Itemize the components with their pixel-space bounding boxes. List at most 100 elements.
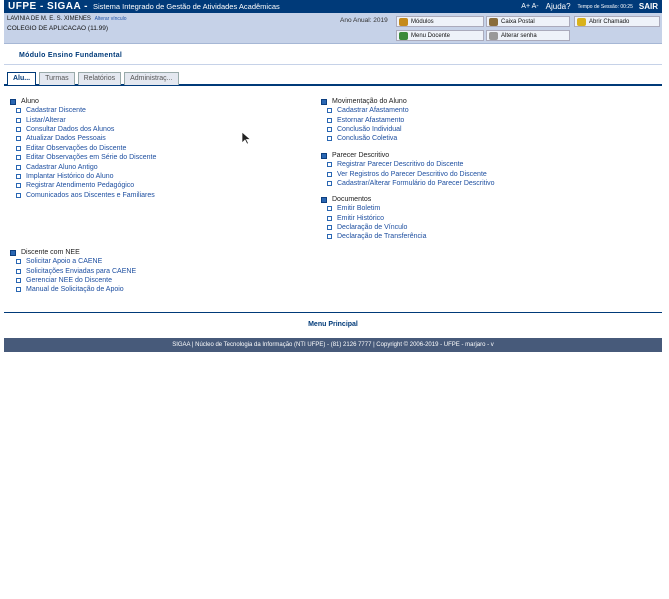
menu-item-label: Cadastrar Afastamento	[337, 107, 409, 115]
bullet-icon	[16, 126, 21, 132]
menu-item-label: Solicitar Apoio a CAENE	[26, 258, 103, 266]
menu-item[interactable]: Cadastrar/Alterar Formulário do Parecer …	[321, 179, 495, 188]
menu-item-label: Declaração de Vínculo	[337, 223, 408, 231]
bullet-icon	[327, 117, 332, 123]
section-aluno: Aluno Cadastrar Discente Listar/Alterar …	[10, 97, 156, 200]
menu-item[interactable]: Estornar Afastamento	[321, 115, 409, 124]
menu-item-label: Conclusão Individual	[337, 125, 402, 133]
menu-item[interactable]: Listar/Alterar	[10, 115, 156, 124]
bullet-icon	[16, 183, 21, 189]
menu-item-label: Cadastrar Discente	[26, 107, 86, 115]
bullet-icon	[16, 268, 21, 274]
bullet-icon	[16, 192, 21, 198]
tab-turmas[interactable]: Turmas	[39, 72, 75, 85]
module-title: Módulo Ensino Fundamental	[4, 48, 662, 65]
menu-item[interactable]: Registrar Parecer Descritivo do Discente	[321, 160, 495, 169]
menu-item-label: Editar Observações do Discente	[26, 144, 127, 152]
menu-item[interactable]: Gerenciar NEE do Discente	[10, 276, 136, 285]
section-icon	[10, 249, 16, 256]
section-icon	[321, 152, 327, 159]
menu-item-label: Ver Registros do Parecer Descritivo do D…	[337, 170, 487, 178]
change-password-label: Alterar senha	[501, 32, 537, 39]
menu-item-label: Cadastrar/Alterar Formulário do Parecer …	[337, 179, 495, 187]
section-parecer: Parecer Descritivo Registrar Parecer Des…	[321, 151, 495, 188]
bullet-icon	[327, 162, 332, 168]
menu-item[interactable]: Cadastrar Aluno Antigo	[10, 162, 156, 171]
bullet-icon	[327, 206, 332, 212]
menu-item[interactable]: Atualizar Dados Pessoais	[10, 134, 156, 143]
menu-item-label: Conclusão Coletiva	[337, 135, 398, 143]
teacher-menu-label: Menu Docente	[411, 32, 451, 39]
menu-item[interactable]: Manual de Solicitação de Apoio	[10, 285, 136, 294]
bullet-icon	[327, 224, 332, 230]
bullet-icon	[327, 234, 332, 240]
bullet-icon	[16, 117, 21, 123]
section-title: Aluno	[21, 98, 39, 105]
menu-item[interactable]: Declaração de Vínculo	[321, 223, 427, 232]
ticket-button[interactable]: Abrir Chamado	[574, 16, 660, 27]
menu-item-label: Consultar Dados dos Alunos	[26, 125, 115, 133]
bullet-icon	[327, 126, 332, 132]
tab-administracao[interactable]: Administraç...	[124, 72, 179, 85]
tab-bar: Alu... Turmas Relatórios Administraç...	[4, 72, 662, 86]
tab-relatorios[interactable]: Relatórios	[77, 72, 122, 85]
bullet-icon	[16, 259, 21, 265]
menu-item-label: Listar/Alterar	[26, 116, 66, 124]
bullet-icon	[16, 277, 21, 283]
modules-label: Módulos	[411, 18, 434, 25]
menu-item[interactable]: Conclusão Individual	[321, 125, 409, 134]
section-icon	[10, 98, 16, 105]
menu-item-label: Emitir Histórico	[337, 214, 385, 222]
main-menu-link[interactable]: Menu Principal	[308, 321, 358, 328]
bullet-icon	[327, 136, 332, 142]
menu-item[interactable]: Solicitações Enviadas para CAENE	[10, 266, 136, 275]
menu-item[interactable]: Declaração de Transferência	[321, 232, 427, 241]
system-name: Sistema Integrado de Gestão de Atividade…	[92, 2, 280, 11]
menu-item-label: Implantar Histórico do Aluno	[26, 172, 114, 180]
font-size-controls[interactable]: A+ A-	[521, 3, 538, 10]
menu-item-label: Estornar Afastamento	[337, 116, 405, 124]
bullet-icon	[16, 173, 21, 179]
bullet-icon	[327, 171, 332, 177]
section-discente-nee: Discente com NEE Solicitar Apoio a CAENE…	[10, 248, 136, 295]
menu-item-label: Gerenciar NEE do Discente	[26, 276, 112, 284]
menu-item-label: Manual de Solicitação de Apoio	[26, 286, 124, 294]
menu-item[interactable]: Cadastrar Afastamento	[321, 106, 409, 115]
mailbox-label: Caixa Postal	[501, 18, 535, 25]
bullet-icon	[16, 164, 21, 170]
menu-item[interactable]: Emitir Boletim	[321, 204, 427, 213]
session-timer: Tempo de Sessão: 00:25	[577, 3, 633, 10]
menu-item[interactable]: Comunicados aos Discentes e Familiares	[10, 191, 156, 200]
menu-item[interactable]: Cadastrar Discente	[10, 106, 156, 115]
menu-item-label: Declaração de Transferência	[337, 233, 427, 241]
change-password-button[interactable]: Alterar senha	[486, 30, 570, 41]
change-link[interactable]: Alterar vínculo	[95, 16, 127, 22]
modules-button[interactable]: Módulos	[396, 16, 484, 27]
bullet-icon	[16, 108, 21, 114]
page: UFPE - SIGAA - Sistema Integrado de Gest…	[4, 0, 662, 352]
menu-item-label: Emitir Boletim	[337, 205, 381, 213]
menu-item[interactable]: Implantar Histórico do Aluno	[10, 172, 156, 181]
menu-item[interactable]: Conclusão Coletiva	[321, 134, 409, 143]
menu-item[interactable]: Editar Observações em Série do Discente	[10, 153, 156, 162]
menu-item[interactable]: Ver Registros do Parecer Descritivo do D…	[321, 169, 495, 178]
section-icon	[321, 196, 327, 203]
menu-item-label: Registrar Atendimento Pedagógico	[26, 182, 135, 190]
teacher-menu-icon	[399, 31, 408, 40]
menu-item[interactable]: Emitir Histórico	[321, 213, 427, 222]
menu-item[interactable]: Solicitar Apoio a CAENE	[10, 257, 136, 266]
mailbox-button[interactable]: Caixa Postal	[486, 16, 570, 27]
menu-item[interactable]: Editar Observações do Discente	[10, 144, 156, 153]
footer-text: SIGAA | Núcleo de Tecnologia da Informaç…	[172, 342, 494, 348]
mailbox-icon	[489, 17, 498, 26]
menu-item[interactable]: Consultar Dados dos Alunos	[10, 125, 156, 134]
logout-link[interactable]: SAIR	[639, 2, 658, 11]
teacher-menu-button[interactable]: Menu Docente	[396, 30, 484, 41]
menu-item-label: Cadastrar Aluno Antigo	[26, 163, 98, 171]
help-link[interactable]: Ajuda?	[546, 2, 571, 11]
section-title: Documentos	[332, 196, 372, 203]
menu-item[interactable]: Registrar Atendimento Pedagógico	[10, 181, 156, 190]
footer: SIGAA | Núcleo de Tecnologia da Informaç…	[4, 338, 662, 352]
tab-aluno[interactable]: Alu...	[7, 72, 37, 85]
section-title: Movimentação do Aluno	[332, 98, 407, 105]
